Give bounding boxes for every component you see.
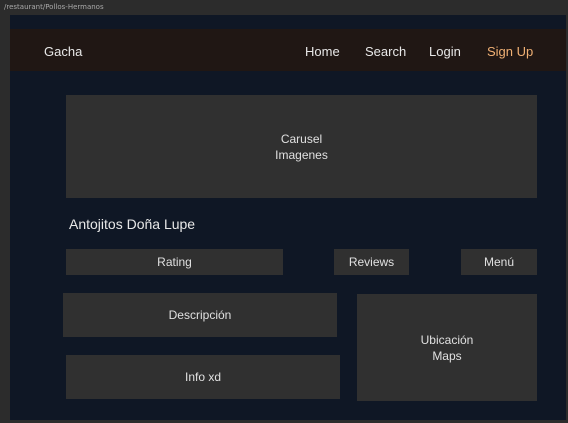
restaurant-page-frame: Gacha Home Search Login Sign Up Carusel …	[10, 15, 566, 420]
image-carousel[interactable]: Carusel Imagenes	[66, 95, 537, 198]
navbar: Gacha Home Search Login Sign Up	[10, 29, 566, 71]
restaurant-name: Antojitos Doña Lupe	[69, 216, 196, 232]
info-section: Info xd	[66, 355, 340, 399]
description-section: Descripción	[63, 293, 337, 337]
brand-logo[interactable]: Gacha	[44, 44, 82, 59]
reviews-button[interactable]: Reviews	[334, 249, 409, 275]
nav-home-link[interactable]: Home	[305, 44, 340, 59]
rating-button[interactable]: Rating	[66, 249, 283, 275]
carousel-label-line1: Carusel	[280, 131, 323, 146]
location-map-section[interactable]: Ubicación Maps	[357, 294, 537, 401]
nav-search-link[interactable]: Search	[365, 44, 406, 59]
location-map-label: Ubicación Maps	[421, 332, 474, 364]
nav-signup-link[interactable]: Sign Up	[487, 44, 533, 59]
location-label-line2: Maps	[432, 348, 462, 363]
frame-label: /restaurant/Pollos-Hermanos	[4, 3, 104, 11]
menu-button[interactable]: Menú	[461, 249, 537, 275]
location-label-line1: Ubicación	[420, 332, 474, 347]
nav-login-link[interactable]: Login	[429, 44, 461, 59]
carousel-label: Carusel Imagenes	[275, 131, 328, 163]
carousel-label-line2: Imagenes	[275, 147, 328, 162]
